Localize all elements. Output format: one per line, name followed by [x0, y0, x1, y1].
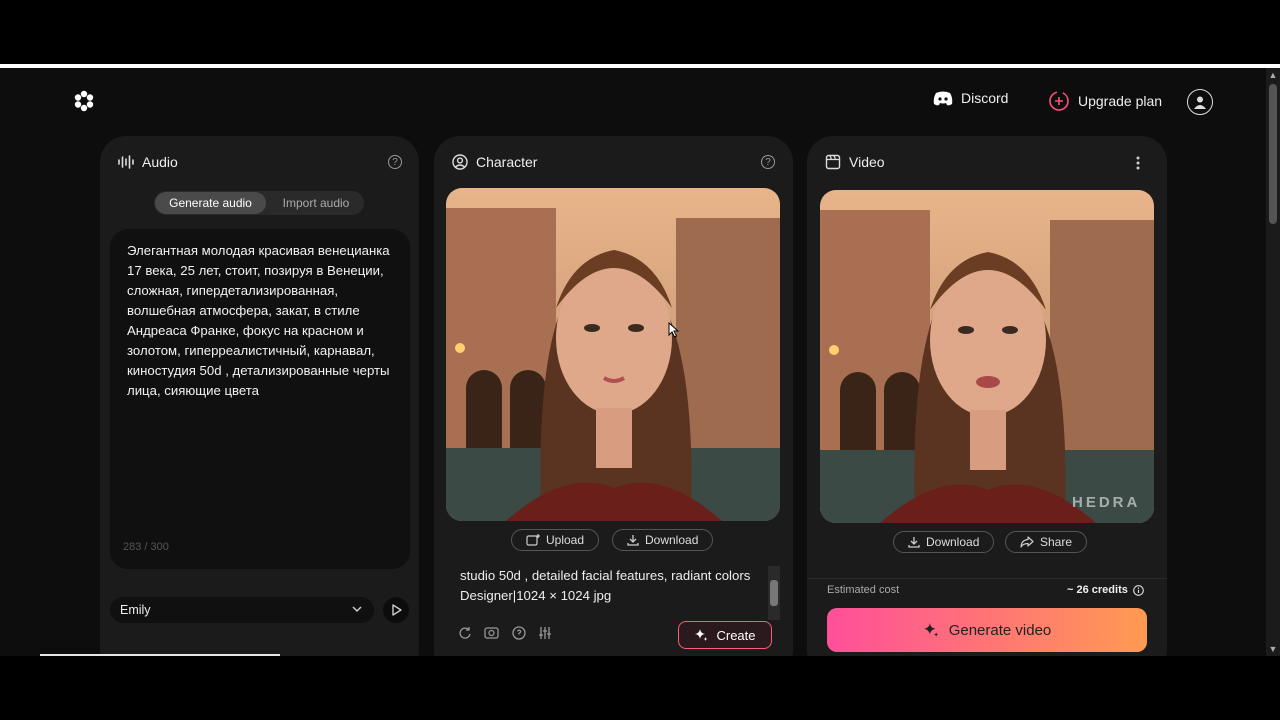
audio-help-icon[interactable]: ? [388, 155, 402, 169]
audio-script-text: Элегантная молодая красивая венецианка 1… [127, 243, 390, 398]
page-scrollbar[interactable]: ▲ ▼ [1266, 68, 1280, 656]
audio-waveform-icon [118, 155, 134, 169]
upgrade-plus-icon [1049, 91, 1069, 111]
image-reference-icon[interactable] [484, 626, 500, 640]
cost-divider [807, 578, 1167, 579]
mouse-cursor-icon [668, 322, 680, 338]
generated-video-preview[interactable]: HEDRA [820, 190, 1154, 523]
video-clapper-icon [825, 154, 841, 170]
share-button[interactable]: Share [1005, 531, 1088, 553]
tab-generate-audio[interactable]: Generate audio [155, 192, 266, 214]
character-download-button[interactable]: Download [612, 529, 714, 551]
info-icon[interactable] [1132, 584, 1144, 596]
upgrade-plan-label: Upgrade plan [1078, 93, 1163, 109]
share-icon [1020, 536, 1034, 548]
share-label: Share [1040, 535, 1073, 549]
prompt-toolbar [458, 626, 552, 640]
character-prompt-textarea[interactable]: studio 50d , detailed facial features, r… [448, 566, 758, 626]
create-button[interactable]: Create [678, 621, 772, 649]
generate-video-button[interactable]: Generate video [827, 608, 1147, 652]
upgrade-plan-link[interactable]: Upgrade plan [1048, 90, 1162, 112]
discord-icon [933, 91, 953, 105]
settings-sliders-icon[interactable] [538, 626, 552, 640]
app-window: Discord Upgrade plan Audio ? Generate au… [0, 68, 1266, 656]
character-download-label: Download [645, 533, 699, 547]
video-panel: Video HEDRA Download Share Estimated cos… [807, 136, 1167, 656]
more-options-icon[interactable] [1136, 156, 1140, 170]
user-avatar-icon [1194, 96, 1206, 109]
tab-import-audio[interactable]: Import audio [270, 192, 362, 214]
refresh-icon[interactable] [458, 626, 472, 640]
audio-panel-title: Audio [142, 154, 178, 170]
character-panel: Character ? Upload Download studio 50d ,… [434, 136, 793, 656]
video-panel-title: Video [849, 154, 885, 170]
character-user-icon [452, 154, 468, 170]
generate-video-label: Generate video [948, 621, 1052, 639]
play-icon [392, 604, 402, 616]
app-logo-icon[interactable] [73, 90, 95, 112]
video-download-label: Download [926, 535, 980, 549]
character-image [446, 188, 780, 521]
upload-image-icon [526, 534, 540, 546]
audio-mode-toggle: Generate audio Import audio [154, 191, 364, 215]
download-icon [627, 535, 639, 546]
discord-link[interactable]: Discord [933, 90, 1008, 106]
create-label: Create [716, 627, 756, 643]
audio-panel: Audio ? Generate audio Import audio Элег… [100, 136, 419, 656]
profile-button[interactable] [1187, 89, 1213, 115]
character-panel-header: Character [452, 154, 537, 170]
chevron-down-icon [352, 606, 362, 613]
voice-select[interactable]: Emily [110, 597, 374, 623]
video-download-button[interactable]: Download [893, 531, 995, 553]
video-panel-header: Video [825, 154, 885, 170]
help-circle-icon[interactable] [512, 626, 526, 640]
voice-select-value: Emily [120, 603, 151, 617]
scroll-down-arrow-icon[interactable]: ▼ [1268, 644, 1278, 654]
credits-amount: ~ 26 credits [1067, 584, 1128, 596]
scroll-up-arrow-icon[interactable]: ▲ [1268, 70, 1278, 80]
discord-label: Discord [961, 90, 1009, 106]
video-letterbox-top [0, 0, 1280, 64]
audio-script-textarea[interactable]: Элегантная молодая красивая венецианка 1… [110, 229, 410, 569]
hedra-watermark: HEDRA [1072, 494, 1141, 511]
prompt-scrollbar[interactable] [768, 566, 780, 620]
video-letterbox-bottom [0, 656, 1280, 720]
scrollbar-thumb[interactable] [1269, 84, 1277, 224]
character-help-icon[interactable]: ? [761, 155, 775, 169]
sparkle-icon [695, 629, 708, 641]
upload-image-button[interactable]: Upload [511, 529, 600, 551]
character-counter: 283 / 300 [123, 541, 169, 553]
play-audio-button[interactable] [383, 597, 409, 623]
video-progress-bar [40, 654, 280, 656]
prompt-line-1: studio 50d , detailed facial features, r… [460, 568, 751, 583]
sparkle-icon [923, 623, 939, 637]
audio-panel-header: Audio [118, 154, 178, 170]
character-panel-title: Character [476, 154, 538, 170]
prompt-line-2: Designer|1024 × 1024 jpg [460, 588, 612, 603]
download-icon [908, 537, 920, 548]
estimated-cost-value: ~ 26 credits [1067, 584, 1144, 596]
upload-label: Upload [546, 533, 585, 547]
estimated-cost-label: Estimated cost [827, 584, 900, 596]
